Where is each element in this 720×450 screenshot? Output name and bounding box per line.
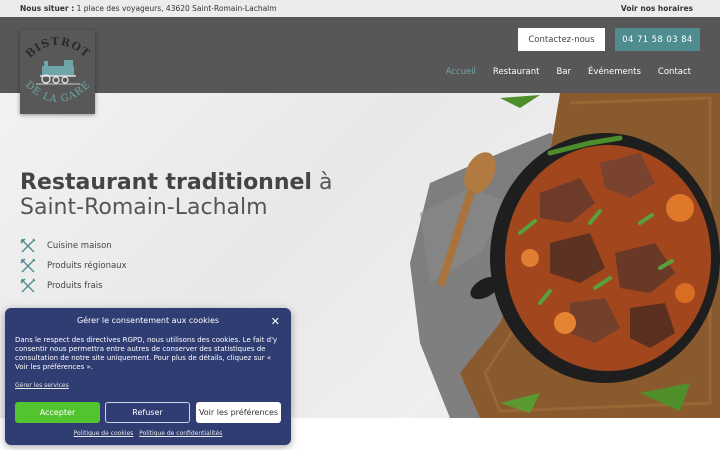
phone-button[interactable]: 04 71 58 03 84 bbox=[615, 28, 700, 51]
logo-top-text: BISTROT bbox=[23, 35, 92, 61]
site-logo[interactable]: BISTROT DE LA GARE bbox=[20, 30, 95, 114]
feature-list: Cuisine maison Produits régionaux Produi… bbox=[20, 236, 127, 296]
cutlery-icon bbox=[20, 278, 36, 293]
refuse-button[interactable]: Refuser bbox=[105, 402, 190, 423]
manage-services-link[interactable]: Gérer les services bbox=[15, 382, 69, 389]
hero-title-bold: Restaurant traditionnel bbox=[20, 170, 312, 195]
hero-title-line2: Saint-Romain-Lachalm bbox=[20, 195, 268, 220]
cookie-text: Dans le respect des directives RGPD, nou… bbox=[15, 336, 278, 371]
site-header: Contactez-nous 04 71 58 03 84 Accueil Re… bbox=[0, 17, 720, 93]
privacy-policy-link[interactable]: Politique de confidentialités bbox=[139, 430, 222, 437]
cookie-policy-link[interactable]: Politique de cookies bbox=[74, 430, 134, 437]
location-label: Nous situer : bbox=[20, 4, 75, 13]
feature-label: Produits régionaux bbox=[47, 261, 127, 271]
nav-item-restaurant[interactable]: Restaurant bbox=[493, 67, 540, 77]
cutlery-icon bbox=[20, 238, 36, 253]
main-nav: Accueil Restaurant Bar Événements Contac… bbox=[429, 67, 691, 77]
stew-dish-image bbox=[410, 93, 720, 418]
accept-button[interactable]: Accepter bbox=[15, 402, 100, 423]
nav-item-bar[interactable]: Bar bbox=[556, 67, 571, 77]
hero-title: Restaurant traditionnel à Saint-Romain-L… bbox=[20, 170, 332, 220]
top-info-bar: Nous situer : 1 place des voyageurs, 436… bbox=[0, 0, 720, 17]
train-logo-icon: BISTROT DE LA GARE bbox=[23, 35, 93, 105]
logo-bottom-text: DE LA GARE bbox=[23, 79, 92, 105]
location-info: Nous situer : 1 place des voyageurs, 436… bbox=[20, 4, 277, 13]
close-icon[interactable]: ✕ bbox=[271, 315, 280, 328]
cutlery-icon bbox=[20, 258, 36, 273]
svg-text:DE LA GARE: DE LA GARE bbox=[23, 79, 93, 105]
feature-item: Produits régionaux bbox=[20, 256, 127, 276]
feature-item: Produits frais bbox=[20, 276, 127, 296]
feature-item: Cuisine maison bbox=[20, 236, 127, 256]
feature-label: Cuisine maison bbox=[47, 241, 112, 251]
address-text: 1 place des voyageurs, 43620 Saint-Romai… bbox=[76, 4, 277, 13]
nav-item-evenements[interactable]: Événements bbox=[588, 67, 641, 77]
hours-link[interactable]: Voir nos horaires bbox=[621, 4, 693, 13]
svg-text:BISTROT: BISTROT bbox=[23, 35, 93, 61]
preferences-button[interactable]: Voir les préférences bbox=[196, 402, 281, 423]
contact-button[interactable]: Contactez-nous bbox=[518, 28, 605, 51]
feature-label: Produits frais bbox=[47, 281, 103, 291]
hero-title-rest: à bbox=[311, 170, 333, 195]
cookie-title: Gérer le consentement aux cookies bbox=[76, 316, 220, 325]
nav-item-accueil[interactable]: Accueil bbox=[446, 67, 476, 77]
nav-item-contact[interactable]: Contact bbox=[658, 67, 691, 77]
cookie-consent-dialog: Gérer le consentement aux cookies ✕ Dans… bbox=[5, 308, 291, 445]
cookie-policy-links: Politique de cookies Politique de confid… bbox=[5, 430, 291, 437]
